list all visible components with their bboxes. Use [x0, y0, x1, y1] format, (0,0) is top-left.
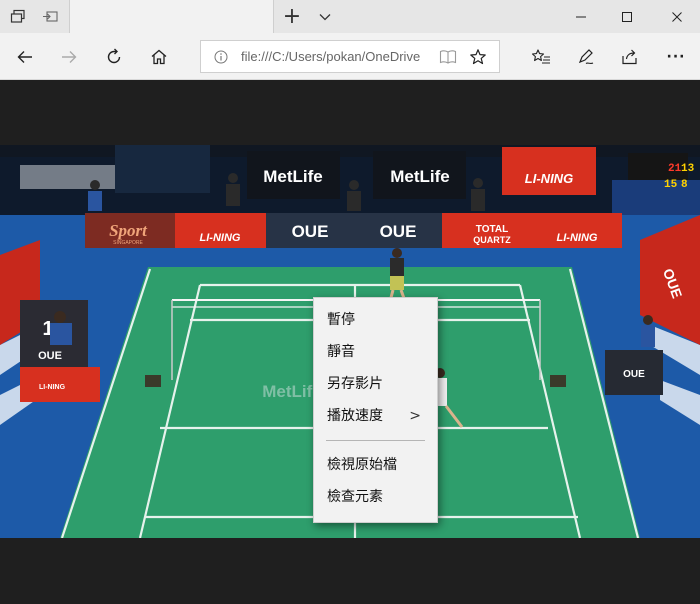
menu-item-save-video[interactable]: 另存影片: [314, 368, 437, 400]
forward-button[interactable]: [53, 41, 85, 73]
video-context-menu: 暫停 靜音 另存影片 播放速度 > 檢視原始檔 檢查元素: [313, 297, 438, 523]
active-tab[interactable]: [69, 0, 274, 33]
menu-item-pause-label: 暫停: [327, 312, 355, 328]
more-icon: ···: [666, 49, 686, 65]
minimize-button[interactable]: [558, 0, 604, 33]
menu-item-playback-speed[interactable]: 播放速度 >: [314, 400, 437, 432]
ad-oue-board-1: OUE: [292, 222, 329, 241]
chevron-down-icon: [319, 14, 331, 21]
maximize-icon: [622, 11, 632, 22]
favorites-button[interactable]: [525, 41, 557, 73]
notes-button[interactable]: [570, 41, 602, 73]
pen-icon: [578, 49, 594, 65]
navigation-bar: file:///C:/Users/pokan/OneDrive ···: [0, 33, 700, 80]
title-bar: +: [0, 0, 700, 33]
scoreboard-top: 21: [668, 163, 682, 175]
minimize-icon: [576, 16, 586, 17]
maximize-button[interactable]: [604, 0, 650, 33]
ad-total: TOTAL: [476, 224, 508, 235]
ad-oue-board-2: OUE: [380, 222, 417, 241]
menu-item-inspect-element-label: 檢查元素: [327, 489, 383, 505]
page-content: MetLife MetLife LI-NING 21 13 15 8 Sport…: [0, 80, 700, 604]
chevron-right-icon: >: [409, 408, 421, 424]
favorites-list-icon: [531, 49, 550, 64]
ad-metlife-top-1: MetLife: [263, 167, 323, 186]
info-icon: [214, 50, 228, 64]
plus-icon: +: [282, 4, 302, 29]
scoreboard-bottom2: 8: [681, 179, 688, 191]
menu-separator: [326, 440, 425, 441]
tab-list-button[interactable]: [315, 7, 335, 27]
menu-item-view-source[interactable]: 檢視原始檔: [314, 449, 437, 481]
share-button[interactable]: [614, 41, 646, 73]
scoreboard-bottom: 15: [664, 179, 678, 191]
favorite-star-icon: [470, 49, 486, 65]
arrow-right-icon: [62, 51, 77, 63]
scoreboard-top2: 13: [681, 163, 695, 175]
ad-oue-judge: OUE: [623, 369, 645, 380]
menu-item-view-source-label: 檢視原始檔: [327, 457, 397, 473]
ad-metlife-top-2: MetLife: [390, 167, 450, 186]
tab-actions-icon[interactable]: [8, 7, 28, 27]
ad-sport: Sport: [109, 221, 148, 240]
reading-view-icon: [439, 50, 457, 64]
menu-item-save-video-label: 另存影片: [327, 376, 383, 392]
url-text[interactable]: file:///C:/Users/pokan/OneDrive: [241, 49, 431, 64]
ad-lining-top: LI-NING: [525, 171, 573, 186]
menu-item-pause[interactable]: 暫停: [314, 304, 437, 336]
close-icon: [672, 11, 682, 22]
ad-lining-umpire: LI-NING: [39, 384, 66, 391]
home-button[interactable]: [143, 41, 175, 73]
more-button[interactable]: ···: [660, 41, 692, 73]
ad-singapore: SINGAPORE: [113, 240, 143, 246]
new-tab-button[interactable]: +: [282, 4, 302, 29]
address-bar[interactable]: file:///C:/Users/pokan/OneDrive: [200, 40, 500, 73]
home-icon: [151, 49, 167, 65]
share-icon: [622, 49, 637, 65]
menu-item-inspect-element[interactable]: 檢查元素: [314, 481, 437, 513]
set-aside-tabs-icon[interactable]: [40, 7, 60, 27]
refresh-icon: [107, 48, 121, 64]
menu-item-mute[interactable]: 靜音: [314, 336, 437, 368]
ad-quartz: QUARTZ: [473, 235, 511, 245]
ad-oue-umpire: OUE: [38, 350, 62, 362]
menu-item-mute-label: 靜音: [327, 344, 355, 360]
close-button[interactable]: [654, 0, 700, 33]
menu-item-playback-speed-label: 播放速度: [327, 408, 383, 424]
refresh-button[interactable]: [98, 41, 130, 73]
arrow-left-icon: [17, 51, 32, 63]
ad-lining-board-2: LI-NING: [557, 232, 598, 244]
back-button[interactable]: [9, 41, 41, 73]
ad-lining-board-1: LI-NING: [200, 232, 241, 244]
